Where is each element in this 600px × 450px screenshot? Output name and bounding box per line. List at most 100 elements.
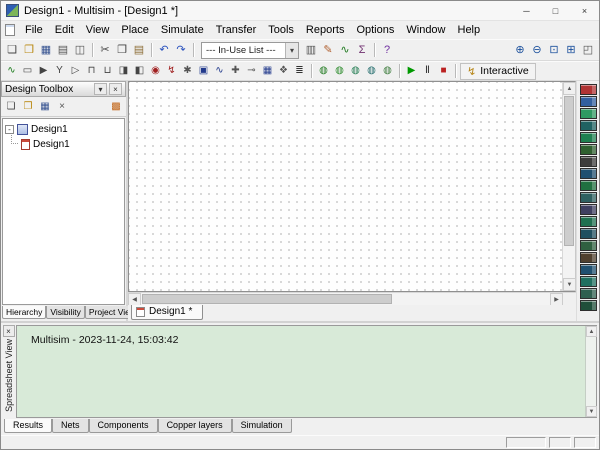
zoom-out-icon[interactable]: ⊖ (529, 42, 545, 58)
spreadsheet-close-button[interactable]: × (3, 325, 15, 337)
menu-help[interactable]: Help (452, 23, 487, 37)
component-wizard-icon[interactable]: ✎ (320, 42, 336, 58)
logic-converter-icon[interactable] (580, 180, 597, 191)
close-button[interactable]: × (570, 1, 599, 20)
place-mcu-icon[interactable]: ▦ (260, 64, 275, 79)
pause-simulation-button[interactable]: Ⅱ (420, 64, 435, 79)
redo-icon[interactable]: ↷ (173, 42, 189, 58)
place-mixed-icon[interactable]: ◧ (132, 64, 147, 79)
frequency-counter-icon[interactable] (580, 156, 597, 167)
tree-root-label[interactable]: Design1 (31, 124, 68, 135)
place-cmos-icon[interactable]: ⊔ (100, 64, 115, 79)
menu-place[interactable]: Place (115, 23, 155, 37)
document-icon[interactable] (5, 24, 15, 36)
scroll-up-button[interactable]: ▲ (563, 82, 576, 95)
measurement-probe-icon[interactable] (580, 300, 597, 311)
copy-icon[interactable]: ❐ (114, 42, 130, 58)
zoom-area-icon[interactable]: ⊡ (546, 42, 562, 58)
vertical-scrollbar[interactable]: ▲ ▼ (562, 82, 575, 291)
place-connector-icon[interactable]: ⊸ (244, 64, 259, 79)
menu-reports[interactable]: Reports (300, 23, 351, 37)
dropdown-arrow-icon[interactable]: ▾ (285, 43, 298, 58)
four-channel-oscilloscope-icon[interactable] (580, 132, 597, 143)
zoom-in-icon[interactable]: ⊕ (512, 42, 528, 58)
place-ttl-icon[interactable]: ⊓ (84, 64, 99, 79)
fullscreen-icon[interactable]: ◰ (580, 42, 596, 58)
menu-transfer[interactable]: Transfer (210, 23, 263, 37)
maximize-button[interactable]: □ (541, 1, 570, 20)
zoom-fit-icon[interactable]: ⊞ (563, 42, 579, 58)
place-electromechanical-icon[interactable]: ✚ (228, 64, 243, 79)
horizontal-scrollbar[interactable]: ◀ ▶ (128, 292, 576, 305)
undo-icon[interactable]: ↶ (156, 42, 172, 58)
oscilloscope-icon[interactable] (580, 120, 597, 131)
cut-icon[interactable]: ✂ (97, 42, 113, 58)
multimeter-icon[interactable] (580, 84, 597, 95)
new-icon[interactable]: ❏ (4, 42, 20, 58)
place-misc-icon[interactable]: ✱ (180, 64, 195, 79)
place-misc-digital-icon[interactable]: ◨ (116, 64, 131, 79)
tab-visibility[interactable]: Visibility (46, 306, 85, 319)
scroll-down-button[interactable]: ▼ (563, 278, 576, 291)
probe-digital-icon[interactable]: ◍ (364, 64, 379, 79)
tab-components[interactable]: Components (89, 419, 158, 433)
agilent-oscilloscope-icon[interactable] (580, 276, 597, 287)
results-scroll-up-button[interactable]: ▲ (586, 326, 597, 337)
grapher-icon[interactable]: ∿ (337, 42, 353, 58)
word-generator-icon[interactable] (580, 168, 597, 179)
menu-simulate[interactable]: Simulate (155, 23, 210, 37)
sheet-tab-design1[interactable]: Design1 * (131, 305, 203, 320)
place-rf-icon[interactable]: ∿ (212, 64, 227, 79)
minimize-button[interactable]: ─ (512, 1, 541, 20)
tab-copper-layers[interactable]: Copper layers (158, 419, 232, 433)
logic-analyzer-icon[interactable] (580, 192, 597, 203)
agilent-multimeter-icon[interactable] (580, 264, 597, 275)
place-analog-icon[interactable]: ▷ (68, 64, 83, 79)
distortion-analyzer-icon[interactable] (580, 216, 597, 227)
save-icon[interactable]: ▦ (38, 42, 54, 58)
postprocessor-icon[interactable]: Σ (354, 42, 370, 58)
tree-root-row[interactable]: - Design1 (5, 122, 122, 137)
print-preview-icon[interactable]: ◫ (72, 42, 88, 58)
horizontal-scroll-track[interactable] (393, 293, 550, 305)
results-scrollbar[interactable]: ▲ ▼ (585, 326, 596, 417)
iv-analyzer-icon[interactable] (580, 204, 597, 215)
stop-simulation-button[interactable]: ■ (436, 64, 451, 79)
place-basic-icon[interactable]: ▭ (20, 64, 35, 79)
tab-results[interactable]: Results (4, 419, 52, 433)
toolbox-save-icon[interactable]: ▦ (37, 99, 53, 115)
open-icon[interactable]: ❐ (21, 42, 37, 58)
tab-nets[interactable]: Nets (52, 419, 89, 433)
menu-window[interactable]: Window (400, 23, 451, 37)
vertical-scroll-thumb[interactable] (564, 96, 574, 246)
toolbox-close-button[interactable]: × (109, 83, 122, 95)
toolbox-pin-button[interactable]: ▾ (94, 83, 107, 95)
place-diode-icon[interactable]: ▶ (36, 64, 51, 79)
menu-options[interactable]: Options (350, 23, 400, 37)
function-generator-icon[interactable] (580, 96, 597, 107)
tree-expander-icon[interactable]: - (5, 125, 14, 134)
results-scroll-down-button[interactable]: ▼ (586, 406, 597, 417)
place-transistor-icon[interactable]: Y (52, 64, 67, 79)
toolbox-close-sheet-icon[interactable]: × (54, 99, 70, 115)
help-icon[interactable]: ? (379, 42, 395, 58)
probe-settings-icon[interactable]: ◍ (380, 64, 395, 79)
menu-file[interactable]: File (19, 23, 49, 37)
database-manager-icon[interactable]: ▥ (303, 42, 319, 58)
place-power-icon[interactable]: ↯ (164, 64, 179, 79)
tree-child-label[interactable]: Design1 (33, 139, 70, 150)
print-icon[interactable]: ▤ (55, 42, 71, 58)
probe-current-icon[interactable]: ◍ (332, 64, 347, 79)
horizontal-scroll-thumb[interactable] (142, 294, 392, 304)
toolbox-open-icon[interactable]: ❐ (20, 99, 36, 115)
toolbox-options-icon[interactable]: ▩ (108, 99, 124, 115)
schematic-canvas[interactable] (129, 82, 562, 291)
interactive-button[interactable]: ↯ Interactive (460, 63, 536, 80)
bode-plotter-icon[interactable] (580, 144, 597, 155)
menu-tools[interactable]: Tools (262, 23, 300, 37)
spectrum-analyzer-icon[interactable] (580, 228, 597, 239)
tree-child-row[interactable]: Design1 (5, 137, 122, 152)
menu-edit[interactable]: Edit (49, 23, 80, 37)
place-peripherals-icon[interactable]: ▣ (196, 64, 211, 79)
tektronix-oscilloscope-icon[interactable] (580, 288, 597, 299)
